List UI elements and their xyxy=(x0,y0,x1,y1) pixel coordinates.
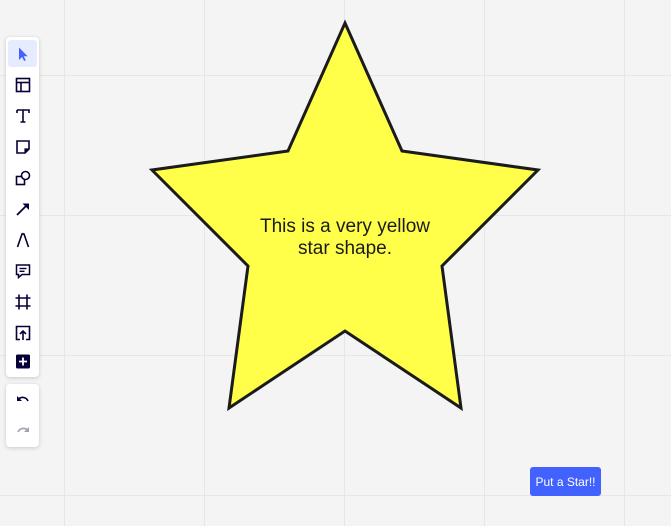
text-tool-button[interactable] xyxy=(8,102,37,129)
cursor-icon xyxy=(18,47,28,61)
comment-icon xyxy=(15,263,30,279)
layout-icon xyxy=(15,77,30,92)
select-tool-button[interactable] xyxy=(8,40,37,67)
sticky-note-icon xyxy=(15,139,30,154)
undo-button[interactable] xyxy=(8,387,37,414)
shapes-tool-button[interactable] xyxy=(8,164,37,191)
put-a-star-button[interactable]: Put a Star!! xyxy=(530,467,601,496)
comment-tool-button[interactable] xyxy=(8,257,37,284)
frame-tool-button[interactable] xyxy=(8,288,37,315)
sticky-note-tool-button[interactable] xyxy=(8,133,37,160)
templates-tool-button[interactable] xyxy=(8,71,37,98)
connection-line-tool-button[interactable] xyxy=(8,195,37,222)
star-label-line1: This is a very yellow xyxy=(260,216,430,237)
undo-icon xyxy=(16,395,29,401)
history-toolbar xyxy=(6,384,39,447)
star-shape[interactable] xyxy=(0,0,671,526)
text-icon xyxy=(15,108,30,123)
frame-icon xyxy=(15,294,30,309)
star-label-line2: star shape. xyxy=(298,238,392,259)
upload-tool-button[interactable] xyxy=(8,319,37,346)
more-apps-tool-button[interactable] xyxy=(8,347,37,374)
arrow-icon xyxy=(15,203,29,216)
add-icon xyxy=(15,354,30,368)
redo-icon xyxy=(16,426,29,432)
pen-tool-button[interactable] xyxy=(8,226,37,253)
shapes-icon xyxy=(15,170,30,185)
main-toolbar xyxy=(6,37,39,377)
star-label: This is a very yellow star shape. xyxy=(240,216,450,260)
pen-icon xyxy=(16,232,29,247)
redo-button[interactable] xyxy=(8,418,37,445)
upload-icon xyxy=(15,325,30,340)
